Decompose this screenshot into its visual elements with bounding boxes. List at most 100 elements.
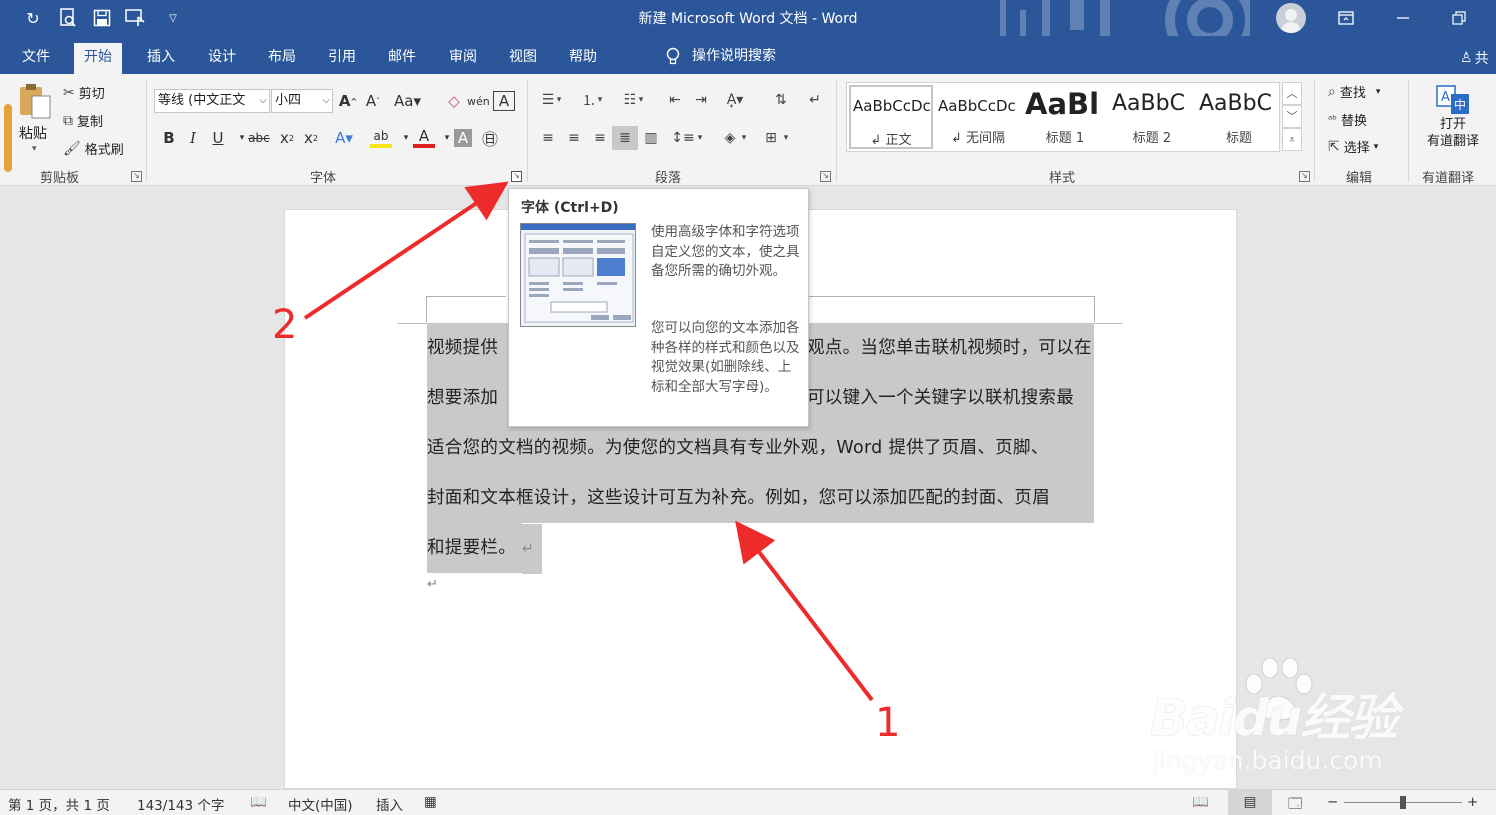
cut-button[interactable]: ✂ 剪切 xyxy=(63,83,105,103)
group-divider xyxy=(1408,80,1409,182)
web-layout-icon[interactable]: 🗔 xyxy=(1288,794,1303,815)
superscript-icon[interactable]: x2 xyxy=(300,126,322,150)
tab-help[interactable]: 帮助 xyxy=(559,43,607,74)
style-heading-2[interactable]: AaBbC 标题 2 xyxy=(1110,85,1194,149)
text-effects-icon[interactable]: A▾ xyxy=(333,126,355,150)
align-left-icon[interactable]: ≡ xyxy=(535,126,561,150)
zoom-out-icon[interactable]: − xyxy=(1327,794,1338,810)
insert-mode[interactable]: 插入 xyxy=(376,794,403,814)
user-avatar-icon[interactable] xyxy=(1276,3,1306,33)
replace-icon: ᵃᵇ xyxy=(1328,113,1338,126)
style-no-spacing[interactable]: AaBbCcDc ↲ 无间隔 xyxy=(936,85,1020,149)
gallery-up-icon[interactable]: ︿ xyxy=(1282,82,1302,105)
tab-review[interactable]: 审阅 xyxy=(439,43,487,74)
chinese-layout-icon[interactable]: A̟▾ xyxy=(722,88,748,112)
clear-formatting-icon[interactable]: ◇ xyxy=(443,89,465,113)
tab-insert[interactable]: 插入 xyxy=(137,43,185,74)
zoom-slider-thumb[interactable] xyxy=(1400,796,1406,809)
font-size-combo[interactable]: 小四 ⌵ xyxy=(271,89,333,113)
doc-line: 和提要栏。 ↵ xyxy=(427,523,542,574)
tooltip-description: 您可以向您的文本添加各种各样的样式和颜色以及视觉效果(如删除线、上标和全部大写字… xyxy=(651,320,800,395)
bold-icon[interactable]: B xyxy=(158,126,180,150)
replace-button[interactable]: ᵃᵇ 替换 xyxy=(1328,110,1367,129)
youdao-translate-button[interactable]: A 中 打开 有道翻译 xyxy=(1418,82,1488,162)
style-normal[interactable]: AaBbCcDc ↲ 正文 xyxy=(849,85,933,149)
sort-icon[interactable]: ⇅ xyxy=(768,88,794,112)
styles-launcher-icon[interactable]: ↘ xyxy=(1299,171,1310,182)
distributed-icon[interactable]: ▥ xyxy=(638,126,664,150)
select-button[interactable]: ⇱ 选择 ▾ xyxy=(1328,137,1378,157)
gallery-more-icon[interactable]: ⩡ xyxy=(1282,128,1302,151)
macro-record-icon[interactable]: ▦ xyxy=(424,794,437,810)
highlight-color-icon[interactable]: ab xyxy=(370,128,392,148)
tab-view[interactable]: 视图 xyxy=(499,43,547,74)
tab-references[interactable]: 引用 xyxy=(318,43,366,74)
share-button[interactable]: ♙ 共 xyxy=(1460,48,1489,68)
group-divider xyxy=(1314,80,1315,182)
character-shading-icon[interactable]: A xyxy=(454,129,472,147)
doc-text: 可以键入一个关键字以联机搜索最 xyxy=(807,388,1074,408)
baidu-watermark: Baidu经验 jingyan.baidu.com xyxy=(1150,656,1430,786)
group-divider xyxy=(527,80,528,182)
tab-design[interactable]: 设计 xyxy=(198,43,246,74)
paste-button[interactable]: 粘贴 ▾ xyxy=(16,82,56,160)
subscript-icon[interactable]: x2 xyxy=(276,126,298,150)
tell-me-search[interactable]: 操作说明搜索 xyxy=(666,44,776,68)
zoom-in-icon[interactable]: + xyxy=(1467,794,1478,810)
style-heading-1[interactable]: AaBl 标题 1 xyxy=(1023,85,1107,149)
align-right-icon[interactable]: ≡ xyxy=(587,126,613,150)
enclose-characters-icon[interactable]: ㊐ xyxy=(479,126,501,150)
clipboard-launcher-icon[interactable]: ↘ xyxy=(131,171,142,182)
find-button[interactable]: ⌕ 查找 ▾ xyxy=(1328,82,1380,102)
chevron-down-icon: ⌵ xyxy=(259,95,267,106)
align-center-icon[interactable]: ≡ xyxy=(561,126,587,150)
read-mode-icon[interactable]: 📖 xyxy=(1192,794,1209,810)
print-layout-icon[interactable]: ▤ xyxy=(1228,790,1272,815)
gallery-down-icon[interactable]: ﹀ xyxy=(1282,105,1302,128)
decrease-indent-icon[interactable]: ⇤ xyxy=(662,88,688,112)
underline-icon[interactable]: U xyxy=(207,126,229,150)
page-count[interactable]: 第 1 页，共 1 页 xyxy=(8,794,110,814)
phonetic-guide-icon[interactable]: wén xyxy=(467,89,490,113)
format-painter-button[interactable]: 🖌 格式刷 xyxy=(63,139,124,159)
multilevel-dropdown-icon[interactable]: ▾ xyxy=(634,88,648,112)
font-color-icon[interactable]: A xyxy=(413,127,435,148)
line-spacing-dropdown-icon[interactable]: ▾ xyxy=(693,126,707,150)
language-status[interactable]: 中文(中国) xyxy=(288,794,353,814)
font-dialog-launcher-icon[interactable]: ↘ xyxy=(511,171,522,182)
strikethrough-icon[interactable]: abc xyxy=(248,126,270,150)
character-border-icon[interactable]: A xyxy=(493,91,515,111)
paste-dropdown-icon[interactable]: ▾ xyxy=(32,144,37,154)
minimize-icon[interactable] xyxy=(1380,0,1426,36)
paragraph-launcher-icon[interactable]: ↘ xyxy=(820,171,831,182)
ribbon-display-options-icon[interactable] xyxy=(1323,0,1369,36)
doc-text: 想要添加 xyxy=(427,388,499,408)
copy-button[interactable]: ⧉ 复制 xyxy=(63,111,103,131)
bullets-dropdown-icon[interactable]: ▾ xyxy=(552,88,566,112)
format-painter-label: 格式刷 xyxy=(84,143,124,158)
tab-mailings[interactable]: 邮件 xyxy=(378,43,426,74)
grow-font-icon[interactable]: A ^ xyxy=(337,89,359,113)
borders-dropdown-icon[interactable]: ▾ xyxy=(779,126,793,150)
show-paragraph-marks-icon[interactable]: ↵ xyxy=(802,88,828,112)
tab-file[interactable]: 文件 xyxy=(12,43,60,74)
tab-home[interactable]: 开始 xyxy=(74,43,122,74)
restore-icon[interactable] xyxy=(1436,0,1482,36)
shrink-font-icon[interactable]: Aˇ xyxy=(362,89,384,113)
shading-dropdown-icon[interactable]: ▾ xyxy=(737,126,751,150)
scroll-accent xyxy=(4,104,12,172)
change-case-icon[interactable]: Aa▾ xyxy=(394,89,421,113)
word-count[interactable]: 143/143 个字 xyxy=(137,794,224,814)
italic-icon[interactable]: I xyxy=(182,126,204,150)
increase-indent-icon[interactable]: ⇥ xyxy=(688,88,714,112)
tell-me-label: 操作说明搜索 xyxy=(692,48,776,64)
justify-icon[interactable]: ≣ xyxy=(612,126,638,150)
style-title[interactable]: AaBbC 标题 xyxy=(1197,85,1281,149)
tab-layout[interactable]: 布局 xyxy=(258,43,306,74)
margin-corner xyxy=(1094,296,1095,322)
window-title: 新建 Microsoft Word 文档 - Word xyxy=(638,11,858,27)
font-name-combo[interactable]: 等线 (中文正文 ⌵ xyxy=(154,89,270,113)
numbering-dropdown-icon[interactable]: ▾ xyxy=(593,88,607,112)
proofing-icon[interactable]: 📖 xyxy=(250,794,267,810)
replace-label: 替换 xyxy=(1341,114,1368,129)
